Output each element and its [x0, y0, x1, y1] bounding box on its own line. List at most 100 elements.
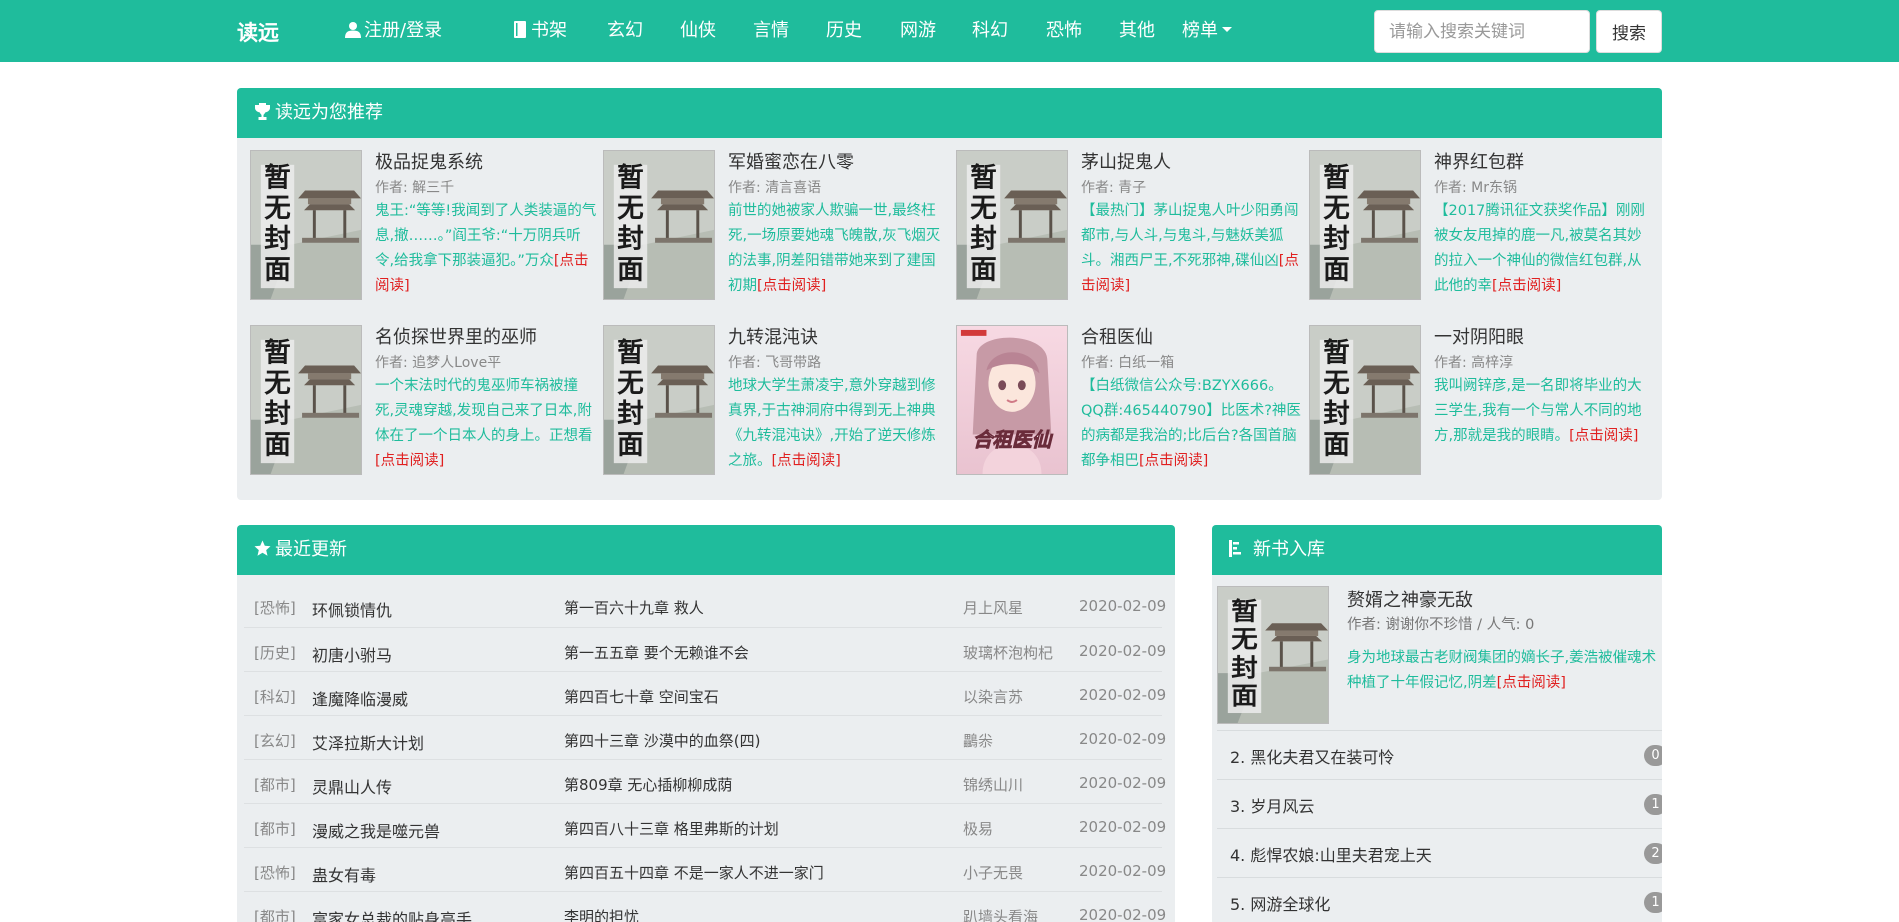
table-row[interactable]: [恐怖] 环佩锁情仇 第一百六十九章 救人 月上风星 2020-02-09: [244, 583, 1166, 627]
row-book-title[interactable]: 环佩锁情仇: [312, 597, 392, 621]
row-category[interactable]: [恐怖]: [254, 597, 296, 618]
row-book-title[interactable]: 逢魔降临漫威: [312, 686, 408, 710]
nav-item-label: 网游: [900, 20, 936, 41]
book-title[interactable]: 茅山捉鬼人: [1081, 148, 1171, 174]
nav-item-3[interactable]: 仙侠: [680, 19, 716, 43]
recommend-book[interactable]: 暂无封面军婚蜜恋在八零 作者: 清言喜语 前世的她被家人欺骗一世,最终枉死,一场原要…: [603, 150, 953, 305]
row-category[interactable]: [都市]: [254, 906, 296, 922]
row-chapter[interactable]: 第一五五章 要个无赖谁不会: [564, 642, 749, 663]
row-category[interactable]: [科幻]: [254, 686, 296, 707]
row-chapter[interactable]: 第四百五十四章 不是一家人不进一家门: [564, 862, 824, 883]
table-row[interactable]: [都市] 漫威之我是噬元兽 第四百八十三章 格里弗斯的计划 极易 2020-02-09: [244, 803, 1166, 847]
table-row[interactable]: [都市] 灵鼎山人传 第809章 无心插柳柳成荫 锦绣山川 2020-02-09: [244, 759, 1166, 803]
book-cover[interactable]: 暂无封面: [956, 150, 1068, 300]
table-row[interactable]: [历史] 初唐小驸马 第一五五章 要个无赖谁不会 玻璃杯泡枸杞 2020-02-09: [244, 627, 1166, 671]
search-button[interactable]: 搜索: [1596, 10, 1662, 53]
table-row[interactable]: [科幻] 逢魔降临漫威 第四百七十章 空间宝石 以染言苏 2020-02-09: [244, 671, 1166, 715]
book-title[interactable]: 名侦探世界里的巫师: [375, 323, 537, 349]
book-cover[interactable]: 合租医仙: [956, 325, 1068, 475]
row-author[interactable]: 极易: [963, 818, 993, 839]
recommend-book[interactable]: 暂无封面九转混沌诀 作者: 飞哥带路 地球大学生萧凌宇,意外穿越到修真界,于古神洞府…: [603, 325, 953, 480]
book-title[interactable]: 赘婿之神豪无敌: [1347, 586, 1473, 612]
read-more-link[interactable]: [点击阅读]: [757, 278, 826, 294]
row-book-title[interactable]: 漫威之我是噬元兽: [312, 818, 440, 842]
row-category[interactable]: [恐怖]: [254, 862, 296, 883]
book-title[interactable]: 极品捉鬼系统: [375, 148, 483, 174]
row-category[interactable]: [玄幻]: [254, 730, 296, 751]
nav-item-8[interactable]: 恐怖: [1046, 19, 1082, 43]
row-book-title[interactable]: 初唐小驸马: [312, 642, 392, 666]
list-item-title[interactable]: 3. 岁月风云: [1230, 793, 1314, 817]
recommend-book[interactable]: 暂无封面茅山捉鬼人 作者: 青子 【最热门】茅山捉鬼人叶少阳勇闯都市,与人斗,与鬼斗…: [956, 150, 1306, 305]
row-chapter[interactable]: 第四百八十三章 格里弗斯的计划: [564, 818, 779, 839]
read-more-link[interactable]: [点击阅读]: [1569, 428, 1638, 444]
row-book-title[interactable]: 艾泽拉斯大计划: [312, 730, 424, 754]
book-cover[interactable]: 暂无封面: [250, 325, 362, 475]
row-category[interactable]: [都市]: [254, 818, 296, 839]
updates-title: 最近更新: [275, 539, 347, 560]
nav-item-6[interactable]: 网游: [900, 19, 936, 43]
read-more-link[interactable]: [点击阅读]: [375, 453, 444, 469]
read-more-link[interactable]: [点击阅读]: [772, 453, 841, 469]
book-cover[interactable]: 暂无封面: [250, 150, 362, 300]
row-chapter[interactable]: 第四百七十章 空间宝石: [564, 686, 719, 707]
table-row[interactable]: [玄幻] 艾泽拉斯大计划 第四十三章 沙漠中的血祭(四) 鸓尜 2020-02-09: [244, 715, 1166, 759]
svg-text:封: 封: [1323, 399, 1350, 430]
new-book-featured[interactable]: 暂无封面 赘婿之神豪无敌 作者: 谢谢你不珍惜 / 人气: 0 身为地球最古老财…: [1217, 586, 1662, 736]
nav-item-1[interactable]: 书架: [514, 19, 567, 45]
row-author[interactable]: 以染言苏: [963, 686, 1023, 707]
book-cover[interactable]: 暂无封面: [603, 150, 715, 300]
book-title[interactable]: 九转混沌诀: [728, 323, 818, 349]
book-title[interactable]: 军婚蜜恋在八零: [728, 148, 854, 174]
list-item[interactable]: 5. 网游全球化 1: [1217, 877, 1662, 922]
row-category[interactable]: [历史]: [254, 642, 296, 663]
nav-item-9[interactable]: 其他: [1119, 19, 1155, 43]
list-item[interactable]: 4. 彪悍农娘:山里夫君宠上天 2: [1217, 828, 1662, 877]
list-item[interactable]: 3. 岁月风云 1: [1217, 779, 1662, 828]
table-row[interactable]: [恐怖] 蛊女有毒 第四百五十四章 不是一家人不进一家门 小子无畏 2020-02-09: [244, 847, 1166, 891]
row-chapter[interactable]: 第809章 无心插柳柳成荫: [564, 774, 732, 795]
book-cover[interactable]: 暂无封面: [1217, 586, 1329, 724]
row-chapter[interactable]: 李明的担忧: [564, 906, 639, 922]
row-chapter[interactable]: 第一百六十九章 救人: [564, 597, 704, 618]
recommend-book[interactable]: 暂无封面名侦探世界里的巫师 作者: 追梦人Love平 一个末法时代的鬼巫师车祸被撞死…: [250, 325, 600, 480]
recommend-book[interactable]: 暂无封面一对阴阳眼 作者: 高梓淳 我叫阙锌彦,是一名即将毕业的大三学生,我有一个与…: [1309, 325, 1659, 480]
search-input[interactable]: [1374, 10, 1590, 53]
nav-item-10[interactable]: 榜单: [1182, 19, 1232, 43]
recommend-book[interactable]: 暂无封面极品捉鬼系统 作者: 解三千 鬼王:“等等!我闻到了人类装逼的气息,撤……。…: [250, 150, 600, 305]
row-author[interactable]: 月上风星: [963, 597, 1023, 618]
recommend-book[interactable]: 暂无封面神界红包群 作者: Mr东锅 【2017腾讯征文获奖作品】刚刚被女友甩掉的鹿…: [1309, 150, 1659, 305]
book-cover[interactable]: 暂无封面: [603, 325, 715, 475]
book-cover[interactable]: 暂无封面: [1309, 150, 1421, 300]
nav-item-5[interactable]: 历史: [826, 19, 862, 43]
row-category[interactable]: [都市]: [254, 774, 296, 795]
site-logo[interactable]: 读远: [237, 17, 279, 47]
row-author[interactable]: 玻璃杯泡枸杞: [963, 642, 1053, 663]
nav-item-7[interactable]: 科幻: [972, 19, 1008, 43]
read-more-link[interactable]: [点击阅读]: [1139, 453, 1208, 469]
row-chapter[interactable]: 第四十三章 沙漠中的血祭(四): [564, 730, 760, 751]
recommend-book[interactable]: 合租医仙 合租医仙 作者: 白纸一箱 【白纸微信公众号:BZYX666。QQ群:465…: [956, 325, 1306, 480]
row-book-title[interactable]: 灵鼎山人传: [312, 774, 392, 798]
nav-item-2[interactable]: 玄幻: [607, 19, 643, 43]
read-more-link[interactable]: [点击阅读]: [1492, 278, 1561, 294]
book-desc: 前世的她被家人欺骗一世,最终枉死,一场原要她魂飞魄散,灰飞烟灭的法事,阴差阳错带…: [728, 199, 950, 299]
row-book-title[interactable]: 蛊女有毒: [312, 862, 376, 886]
table-row[interactable]: [都市] 富家女总裁的贴身高手 李明的担忧 趴墙头看海 2020-02-09: [244, 891, 1166, 922]
book-cover[interactable]: 暂无封面: [1309, 325, 1421, 475]
row-author[interactable]: 趴墙头看海: [963, 906, 1038, 922]
row-author[interactable]: 小子无畏: [963, 862, 1023, 883]
row-author[interactable]: 锦绣山川: [963, 774, 1023, 795]
row-author[interactable]: 鸓尜: [963, 730, 993, 751]
login-link[interactable]: 注册/登录: [345, 19, 442, 45]
nav-item-4[interactable]: 言情: [753, 19, 789, 43]
book-title[interactable]: 神界红包群: [1434, 148, 1524, 174]
book-title[interactable]: 一对阴阳眼: [1434, 323, 1524, 349]
book-title[interactable]: 合租医仙: [1081, 323, 1153, 349]
row-book-title[interactable]: 富家女总裁的贴身高手: [312, 906, 472, 922]
read-more-link[interactable]: [点击阅读]: [1497, 675, 1566, 691]
list-item-title[interactable]: 2. 黑化夫君又在装可怜: [1230, 744, 1394, 768]
list-item[interactable]: 2. 黑化夫君又在装可怜 0: [1217, 730, 1662, 779]
list-item-title[interactable]: 4. 彪悍农娘:山里夫君宠上天: [1230, 842, 1432, 866]
list-item-title[interactable]: 5. 网游全球化: [1230, 891, 1330, 915]
